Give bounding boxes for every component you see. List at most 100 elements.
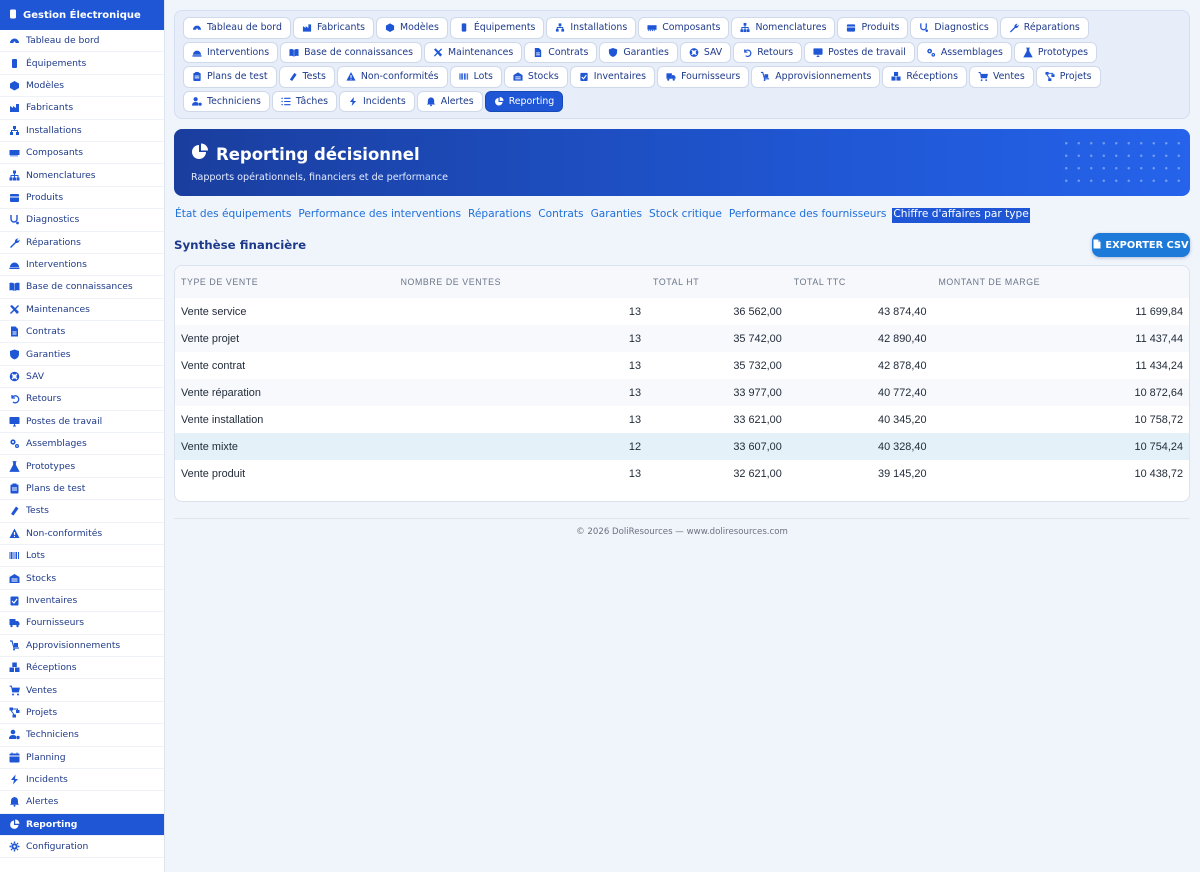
sidebar-item-tests[interactable]: Tests	[0, 500, 164, 523]
col-total-ht[interactable]: Total HT	[647, 266, 788, 298]
sidebar-item-composants[interactable]: Composants	[0, 142, 164, 165]
sidebar-item-prototypes[interactable]: Prototypes	[0, 455, 164, 478]
sidebar-item-postes-de-travail[interactable]: Postes de travail	[0, 411, 164, 434]
module-tab-alertes[interactable]: Alertes	[416, 90, 483, 112]
sidebar-item-garanties[interactable]: Garanties	[0, 343, 164, 366]
export-csv-button[interactable]: EXPORTER CSV	[1092, 233, 1190, 257]
module-tab-ventes[interactable]: Ventes	[968, 66, 1034, 88]
module-tab-maintenances[interactable]: Maintenances	[424, 41, 523, 63]
module-tab-reparations[interactable]: Réparations	[999, 17, 1089, 39]
sidebar-item-contrats[interactable]: Contrats	[0, 321, 164, 344]
module-tab-receptions[interactable]: Réceptions	[882, 66, 967, 88]
module-tab-tests[interactable]: Tests	[278, 66, 335, 88]
module-tab-approvisionnements[interactable]: Approvisionnements	[751, 66, 881, 88]
sidebar-item-projets[interactable]: Projets	[0, 702, 164, 725]
module-tab-produits[interactable]: Produits	[837, 17, 909, 39]
sidebar-item-maintenances[interactable]: Maintenances	[0, 299, 164, 322]
sidebar-item-reporting[interactable]: Reporting	[0, 813, 164, 837]
report-tab-contrats[interactable]: Contrats	[537, 208, 584, 223]
col-montant-de-marge[interactable]: Montant de marge	[932, 266, 1189, 298]
module-tab-sav[interactable]: SAV	[679, 41, 732, 63]
sidebar-item-approvisionnements[interactable]: Approvisionnements	[0, 635, 164, 657]
sidebar-item-fabricants[interactable]: Fabricants	[0, 97, 164, 120]
sidebar-item-configuration[interactable]: Configuration	[0, 836, 164, 859]
sidebar-item-ventes[interactable]: Ventes	[0, 679, 164, 702]
sidebar-item-label: Postes de travail	[26, 415, 103, 427]
sidebar-item-sav[interactable]: SAV	[0, 366, 164, 389]
table-row[interactable]: Vente mixte 12 33 607,00 40 328,40 10 754,24	[175, 433, 1189, 460]
sidebar-item-non-conformites[interactable]: Non-conformités	[0, 523, 164, 545]
sidebar-item-base-de-connaissances[interactable]: Base de connaissances	[0, 276, 164, 299]
module-tab-taches[interactable]: Tâches	[271, 90, 338, 112]
module-tab-contrats[interactable]: Contrats	[524, 41, 598, 63]
table-row[interactable]: Vente contrat 13 35 732,00 42 878,40 11 434,…	[175, 352, 1189, 379]
module-tab-projets[interactable]: Projets	[1035, 66, 1101, 88]
report-tab-stock-critique[interactable]: Stock critique	[648, 208, 723, 223]
brand[interactable]: Gestion Électronique	[0, 0, 164, 30]
module-tab-installations[interactable]: Installations	[546, 17, 637, 39]
cell-type-de-vente: Vente service	[181, 305, 247, 318]
module-tab-prototypes[interactable]: Prototypes	[1013, 41, 1097, 63]
report-tab-chiffre-d-affaires-par-type[interactable]: Chiffre d'affaires par type	[892, 208, 1030, 223]
table-row[interactable]: Vente service 13 36 562,00 43 874,40 11 699,…	[175, 298, 1189, 325]
module-tab-label: Fournisseurs	[681, 71, 741, 83]
sidebar-item-fournisseurs[interactable]: Fournisseurs	[0, 612, 164, 635]
module-tab-fournisseurs[interactable]: Fournisseurs	[657, 66, 750, 88]
sidebar-item-lots[interactable]: Lots	[0, 545, 164, 568]
module-tab-plans-de-test[interactable]: Plans de test	[183, 66, 277, 88]
module-tab-incidents[interactable]: Incidents	[339, 90, 415, 112]
table-row[interactable]: Vente projet 13 35 742,00 42 890,40 11 437,4…	[175, 325, 1189, 352]
module-tab-tableau-de-bord[interactable]: Tableau de bord	[183, 17, 291, 39]
module-tab-reporting[interactable]: Reporting	[484, 90, 564, 112]
module-tab-non-conformites[interactable]: Non-conformités	[336, 66, 448, 88]
col-total-ttc[interactable]: Total TTC	[787, 266, 933, 298]
module-tab-equipements[interactable]: Équipements	[449, 17, 545, 39]
module-tab-nomenclatures[interactable]: Nomenclatures	[731, 17, 836, 39]
sidebar-item-label: Tests	[26, 505, 49, 517]
module-tab-garanties[interactable]: Garanties	[599, 41, 678, 63]
sidebar-item-incidents[interactable]: Incidents	[0, 769, 164, 792]
module-tab-inventaires[interactable]: Inventaires	[569, 66, 656, 88]
module-tab-stocks[interactable]: Stocks	[503, 66, 568, 88]
sidebar-item-assemblages[interactable]: Assemblages	[0, 433, 164, 456]
report-tab-garanties[interactable]: Garanties	[590, 208, 643, 223]
section-title: Synthèse financière	[174, 238, 307, 252]
module-tab-techniciens[interactable]: Techniciens	[183, 90, 270, 112]
module-tab-composants[interactable]: Composants	[638, 17, 730, 39]
module-tab-retours[interactable]: Retours	[733, 41, 803, 63]
col-type-de-vente[interactable]: Type de vente	[175, 266, 395, 298]
report-tab-performance-des-fournisseurs[interactable]: Performance des fournisseurs	[728, 208, 888, 223]
sidebar-item-techniciens[interactable]: Techniciens	[0, 724, 164, 747]
report-tab-reparations[interactable]: Réparations	[467, 208, 532, 223]
sidebar-item-nomenclatures[interactable]: Nomenclatures	[0, 164, 164, 187]
sidebar-item-modeles[interactable]: Modèles	[0, 75, 164, 98]
sidebar-item-produits[interactable]: Produits	[0, 187, 164, 210]
module-tab-postes-de-travail[interactable]: Postes de travail	[804, 41, 915, 63]
module-tab-base-de-connaissances[interactable]: Base de connaissances	[280, 41, 423, 63]
report-tab-performance-des-interventions[interactable]: Performance des interventions	[297, 208, 462, 223]
sidebar-item-stocks[interactable]: Stocks	[0, 567, 164, 590]
sidebar-item-planning[interactable]: Planning	[0, 747, 164, 769]
sidebar-item-installations[interactable]: Installations	[0, 120, 164, 142]
sidebar-item-reparations[interactable]: Réparations	[0, 232, 164, 254]
sidebar-item-tableau-de-bord[interactable]: Tableau de bord	[0, 30, 164, 53]
module-tab-interventions[interactable]: Interventions	[183, 41, 279, 63]
sidebar-item-alertes[interactable]: Alertes	[0, 791, 164, 814]
module-tab-fabricants[interactable]: Fabricants	[292, 17, 375, 39]
module-tab-assemblages[interactable]: Assemblages	[916, 41, 1012, 63]
table-row[interactable]: Vente produit 13 32 621,00 39 145,20 10 438,…	[175, 460, 1189, 487]
sidebar-item-diagnostics[interactable]: Diagnostics	[0, 209, 164, 232]
col-nombre-de-ventes[interactable]: Nombre de ventes	[394, 266, 648, 298]
report-tab-etat-des-equipements[interactable]: État des équipements	[174, 208, 292, 223]
table-row[interactable]: Vente réparation 13 33 977,00 40 772,40 10 8…	[175, 379, 1189, 406]
module-tab-modeles[interactable]: Modèles	[376, 17, 448, 39]
sidebar-item-inventaires[interactable]: Inventaires	[0, 590, 164, 613]
module-tab-diagnostics[interactable]: Diagnostics	[910, 17, 998, 39]
sidebar-item-retours[interactable]: Retours	[0, 388, 164, 411]
sidebar-item-interventions[interactable]: Interventions	[0, 254, 164, 277]
sidebar-item-plans-de-test[interactable]: Plans de test	[0, 478, 164, 501]
sidebar-item-receptions[interactable]: Réceptions	[0, 657, 164, 680]
module-tab-lots[interactable]: Lots	[449, 66, 502, 88]
table-row[interactable]: Vente installation 13 33 621,00 40 345,20 10…	[175, 406, 1189, 433]
sidebar-item-equipements[interactable]: Équipements	[0, 52, 164, 75]
